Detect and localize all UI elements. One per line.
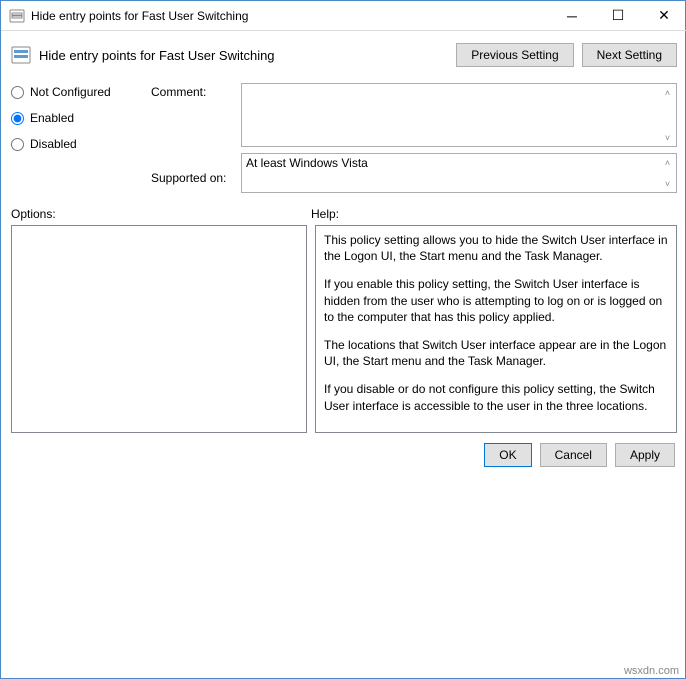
scroll-up-icon[interactable]: ˄ (659, 84, 676, 101)
mid-labels: Comment: Supported on: (151, 83, 241, 185)
policy-icon (11, 45, 31, 65)
ok-button[interactable]: OK (484, 443, 531, 467)
bottom-bar: OK Cancel Apply (1, 433, 686, 479)
window-title: Hide entry points for Fast User Switchin… (31, 9, 549, 23)
policy-header: Hide entry points for Fast User Switchin… (1, 31, 686, 77)
policy-title: Hide entry points for Fast User Switchin… (39, 48, 456, 63)
scroll-down-icon[interactable]: ˅ (659, 175, 676, 192)
help-text: If you disable or do not configure this … (324, 381, 668, 413)
radio-disabled[interactable]: Disabled (11, 137, 151, 151)
comment-label: Comment: (151, 85, 241, 99)
apply-button[interactable]: Apply (615, 443, 675, 467)
supported-label: Supported on: (151, 171, 241, 185)
radio-not-configured-input[interactable] (11, 86, 24, 99)
supported-field: At least Windows Vista ˄ ˅ (241, 153, 677, 193)
state-radios: Not Configured Enabled Disabled (11, 83, 151, 163)
window-icon (9, 8, 25, 24)
config-area: Not Configured Enabled Disabled Comment:… (1, 77, 686, 197)
radio-disabled-input[interactable] (11, 138, 24, 151)
options-label: Options: (11, 207, 311, 221)
minimize-button[interactable]: ─ (549, 1, 595, 31)
radio-enabled-label: Enabled (30, 111, 74, 125)
cancel-button[interactable]: Cancel (540, 443, 607, 467)
scroll-up-icon[interactable]: ˄ (659, 154, 676, 171)
help-text: If you enable this policy setting, the S… (324, 276, 668, 325)
supported-value: At least Windows Vista (246, 156, 368, 170)
comment-field[interactable]: ˄ ˅ (241, 83, 677, 147)
help-panel: This policy setting allows you to hide t… (315, 225, 677, 433)
maximize-button[interactable]: ☐ (595, 1, 641, 31)
close-button[interactable]: ✕ (641, 1, 686, 31)
radio-enabled[interactable]: Enabled (11, 111, 151, 125)
radio-enabled-input[interactable] (11, 112, 24, 125)
next-setting-button[interactable]: Next Setting (582, 43, 677, 67)
titlebar: Hide entry points for Fast User Switchin… (1, 1, 686, 31)
help-text: This policy setting allows you to hide t… (324, 232, 668, 264)
watermark: wsxdn.com (624, 665, 679, 677)
fields: ˄ ˅ At least Windows Vista ˄ ˅ (241, 83, 677, 193)
previous-setting-button[interactable]: Previous Setting (456, 43, 573, 67)
radio-not-configured[interactable]: Not Configured (11, 85, 151, 99)
panels: This policy setting allows you to hide t… (1, 225, 686, 433)
panel-labels: Options: Help: (1, 197, 686, 225)
help-label: Help: (311, 207, 677, 221)
scroll-down-icon[interactable]: ˅ (659, 129, 676, 146)
options-panel (11, 225, 307, 433)
window-controls: ─ ☐ ✕ (549, 1, 686, 31)
help-text: The locations that Switch User interface… (324, 337, 668, 369)
radio-disabled-label: Disabled (30, 137, 77, 151)
radio-not-configured-label: Not Configured (30, 85, 111, 99)
